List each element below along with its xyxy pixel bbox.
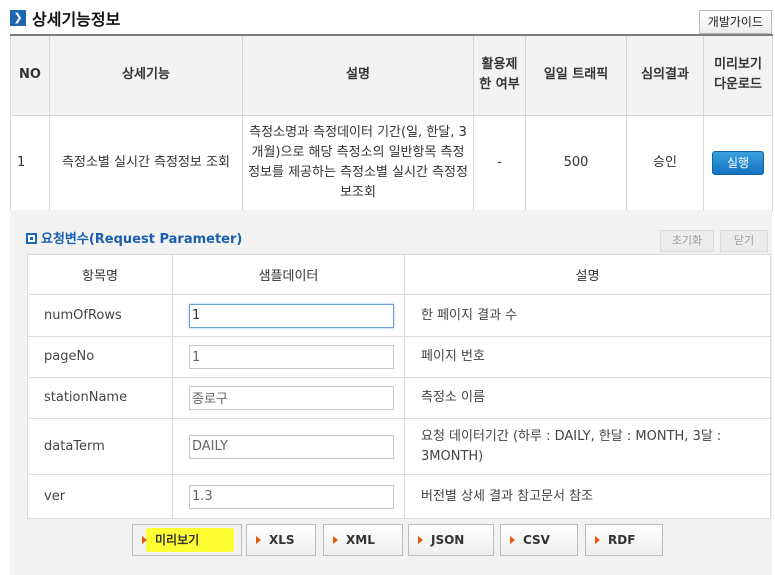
run-button[interactable]: 실행 (712, 151, 764, 175)
table-row: stationName 측정소 이름 (27, 377, 771, 419)
num-of-rows-input[interactable] (189, 303, 394, 328)
table-row: 1 측정소별 실시간 측정정보 조회 측정소명과 측정데이터 기간(일, 한달,… (10, 114, 773, 212)
cell-description: 측정소명과 측정데이터 기간(일, 한달, 3개월)으로 해당 측정소의 일반항… (242, 114, 474, 212)
col-header-preview: 미리보기 다운로드 (703, 34, 773, 116)
xls-button[interactable]: XLS (246, 524, 316, 556)
cell-feature: 측정소별 실시간 측정정보 조회 (49, 114, 243, 212)
function-info-table: NO 상세기능 설명 활용제한 여부 일일 트래픽 심의결과 미리보기 다운로드… (10, 34, 773, 212)
param-value-cell (172, 336, 405, 378)
close-button[interactable]: 닫기 (720, 230, 768, 252)
chevron-right-icon: ❯ (10, 10, 26, 26)
table-row: pageNo 페이지 번호 (27, 336, 771, 378)
section-header: ❯ 상세기능정보 개발가이드 (10, 6, 772, 34)
csv-button[interactable]: CSV (500, 524, 578, 556)
triangle-right-icon (418, 536, 423, 544)
params-header-row: 항목명 샘플데이터 설명 (27, 254, 771, 295)
col-header-name: 항목명 (27, 254, 173, 295)
request-title-text: 요청변수(Request Parameter) (41, 232, 243, 247)
param-name: ver (27, 474, 173, 519)
square-bullet-icon (26, 233, 37, 244)
param-value-cell (172, 474, 405, 519)
table-row: ver 버전별 상세 결과 참고문서 참조 (27, 474, 771, 519)
cell-no: 1 (10, 114, 50, 212)
developer-guide-button[interactable]: 개발가이드 (698, 10, 772, 34)
param-value-cell (172, 377, 405, 419)
reset-button[interactable]: 초기화 (660, 230, 714, 252)
triangle-right-icon (510, 536, 515, 544)
triangle-right-icon (256, 536, 261, 544)
table-header-row: NO 상세기능 설명 활용제한 여부 일일 트래픽 심의결과 미리보기 다운로드 (10, 34, 773, 116)
xml-button[interactable]: XML (323, 524, 403, 556)
triangle-right-icon (142, 536, 147, 544)
param-desc: 버전별 상세 결과 참고문서 참조 (404, 474, 771, 519)
preview-button[interactable]: 미리보기 (132, 524, 242, 556)
page-no-input[interactable] (189, 345, 394, 369)
request-title: 요청변수(Request Parameter) (26, 228, 242, 247)
request-panel: 요청변수(Request Parameter) 초기화 닫기 항목명 샘플데이터… (10, 210, 772, 575)
param-desc: 측정소 이름 (404, 377, 771, 419)
col-header-review: 심의결과 (626, 34, 704, 116)
triangle-right-icon (595, 536, 600, 544)
param-value-cell (172, 294, 405, 337)
cell-traffic: 500 (525, 114, 627, 212)
param-name: pageNo (27, 336, 173, 378)
request-params-table: 항목명 샘플데이터 설명 numOfRows 한 페이지 결과 수 pageNo… (27, 254, 771, 519)
param-value-cell (172, 418, 405, 475)
col-header-param-desc: 설명 (404, 254, 771, 295)
station-name-input[interactable] (189, 385, 394, 410)
col-header-sample: 샘플데이터 (172, 254, 405, 295)
data-term-input[interactable] (189, 434, 394, 459)
col-header-restriction: 활용제한 여부 (473, 34, 526, 116)
col-header-feature: 상세기능 (49, 34, 243, 116)
param-desc: 한 페이지 결과 수 (404, 294, 771, 337)
col-header-description: 설명 (242, 34, 474, 116)
param-name: stationName (27, 377, 173, 419)
param-name: dataTerm (27, 418, 173, 475)
col-header-traffic: 일일 트래픽 (525, 34, 627, 116)
rdf-button[interactable]: RDF (585, 524, 663, 556)
cell-restriction: - (473, 114, 526, 212)
param-desc: 페이지 번호 (404, 336, 771, 378)
cell-review: 승인 (626, 114, 704, 212)
table-row: numOfRows 한 페이지 결과 수 (27, 294, 771, 337)
table-row: dataTerm 요청 데이터기간 (하루 : DAILY, 한달 : MONT… (27, 418, 771, 475)
param-name: numOfRows (27, 294, 173, 337)
triangle-right-icon (333, 536, 338, 544)
version-input[interactable] (189, 484, 394, 509)
param-desc: 요청 데이터기간 (하루 : DAILY, 한달 : MONTH, 3달 : 3… (404, 418, 771, 475)
cell-run: 실행 (703, 114, 773, 212)
json-button[interactable]: JSON (408, 524, 494, 556)
section-title: 상세기능정보 (32, 10, 121, 29)
col-header-no: NO (10, 34, 50, 116)
